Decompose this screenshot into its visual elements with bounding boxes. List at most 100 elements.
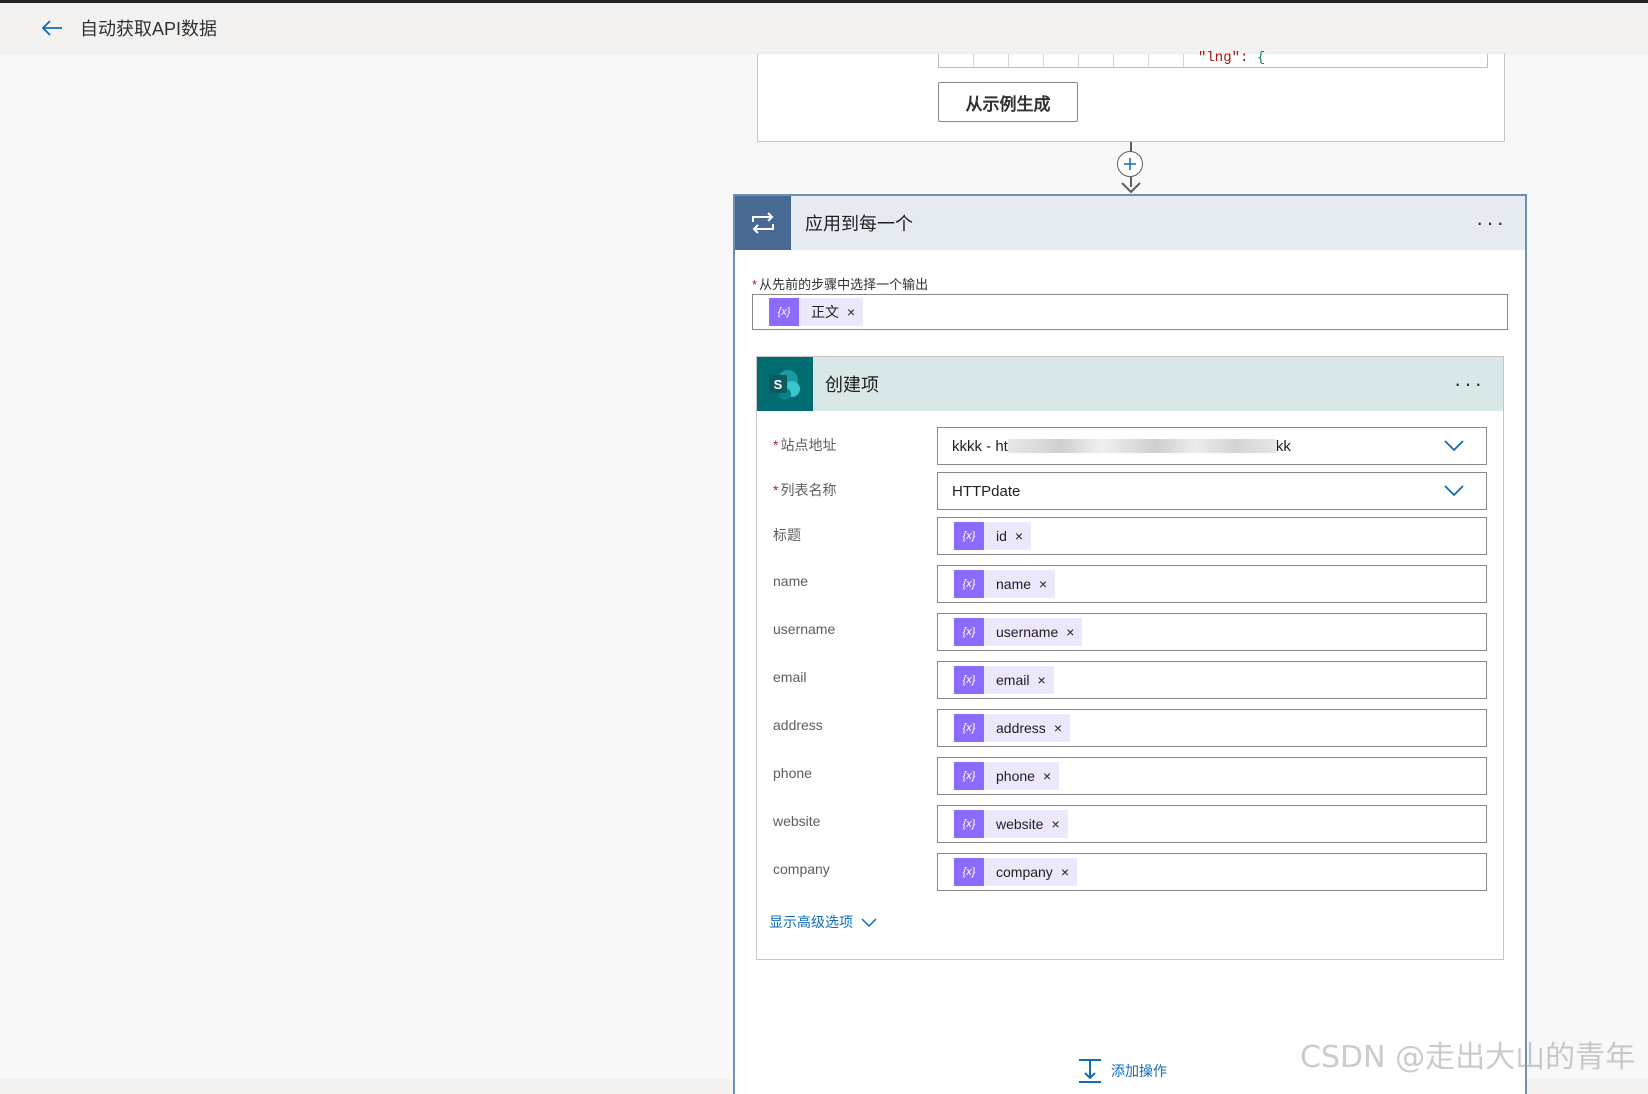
page-title: 自动获取API数据 [80, 19, 218, 39]
remove-token-icon[interactable]: × [1015, 528, 1023, 544]
blurred-url [1007, 439, 1276, 453]
field-row: company {x} company × [757, 853, 1505, 891]
token-label: address [996, 720, 1046, 736]
list-name-label-text: 列表名称 [780, 482, 837, 498]
remove-token-icon[interactable]: × [1061, 864, 1069, 880]
site-address-prefix: kkkk - ht [952, 437, 1008, 455]
expression-icon: {x} [769, 298, 799, 326]
site-address-row: * 站点地址 kkkk - ht kk [757, 427, 1505, 465]
chevron-down-icon [861, 918, 877, 927]
apply-to-each-title: 应用到每一个 [805, 214, 913, 234]
site-address-label: * 站点地址 [773, 435, 836, 455]
create-item-card: S 创建项 ··· * 站点地址 kkkk - ht kk * 列表名称 HTT… [756, 356, 1504, 960]
chevron-down-icon[interactable] [1444, 438, 1464, 452]
remove-token-icon[interactable]: × [1054, 720, 1062, 736]
field-input[interactable]: {x} email × [937, 661, 1487, 699]
field-row: 标题 {x} id × [757, 517, 1505, 555]
token-label: company [996, 864, 1053, 880]
remove-token-icon[interactable]: × [1043, 768, 1051, 784]
dynamic-token: {x} username × [954, 618, 1083, 646]
field-row: website {x} website × [757, 805, 1505, 843]
previous-action-card: "lng": { 从示例生成 [757, 50, 1505, 142]
field-input[interactable]: {x} phone × [937, 757, 1487, 795]
list-name-dropdown[interactable]: HTTPdate [937, 472, 1487, 510]
field-input[interactable]: {x} id × [937, 517, 1487, 555]
json-code-line: "lng": { [1198, 50, 1265, 66]
site-address-dropdown[interactable]: kkkk - ht kk [937, 427, 1487, 465]
token-label: website [996, 816, 1044, 832]
expression-icon: {x} [954, 810, 984, 838]
dynamic-token: {x} email × [954, 666, 1054, 694]
json-brace: { [1256, 50, 1266, 66]
insert-step-plus-icon[interactable] [1117, 151, 1143, 177]
dynamic-token: {x} website × [954, 810, 1068, 838]
show-advanced-options-link[interactable]: 显示高级选项 [769, 912, 877, 932]
apply-to-each-card: 应用到每一个 ··· * 从先前的步骤中选择一个输出 {x} 正文 × S 创建… [733, 194, 1527, 1094]
required-marker: * [773, 437, 779, 453]
list-name-label: * 列表名称 [773, 480, 836, 500]
token-label: name [996, 576, 1032, 592]
top-bar: 自动获取API数据 [0, 3, 1648, 54]
required-marker: * [752, 277, 758, 292]
dynamic-token: {x} name × [954, 570, 1056, 598]
site-address-suffix: kk [1275, 437, 1291, 455]
field-row: address {x} address × [757, 709, 1505, 747]
add-action-icon [1079, 1059, 1101, 1083]
add-action-label: 添加操作 [1111, 1063, 1167, 1079]
apply-to-each-header[interactable]: 应用到每一个 ··· [735, 196, 1525, 250]
remove-token-icon[interactable]: × [1037, 672, 1045, 688]
chevron-down-icon[interactable] [1444, 483, 1464, 497]
token-label: 正文 [811, 304, 839, 320]
remove-token-icon[interactable]: × [847, 304, 855, 320]
field-input[interactable]: {x} username × [937, 613, 1487, 651]
field-input[interactable]: {x} company × [937, 853, 1487, 891]
dynamic-token: {x} 正文 × [769, 298, 864, 326]
add-action-button[interactable]: 添加操作 [1077, 1058, 1167, 1084]
loop-icon [735, 196, 791, 250]
flow-canvas: "lng": { 从示例生成 应用到每一个 ··· * 从先前的步骤中选择一个输出 [0, 50, 1648, 1094]
select-output-input[interactable]: {x} 正文 × [752, 294, 1508, 330]
expression-icon: {x} [954, 570, 984, 598]
watermark: CSDN @走出大山的青年 [1300, 1040, 1636, 1075]
expression-icon: {x} [954, 858, 984, 886]
dynamic-token: {x} address × [954, 714, 1070, 742]
field-label: 标题 [773, 527, 801, 543]
field-label: name [773, 573, 809, 589]
site-address-label-text: 站点地址 [780, 437, 837, 453]
list-name-value: HTTPdate [952, 482, 1021, 500]
field-label: username [773, 621, 836, 637]
expression-icon: {x} [954, 618, 984, 646]
token-label: email [996, 672, 1030, 688]
remove-token-icon[interactable]: × [1039, 576, 1047, 592]
remove-token-icon[interactable]: × [1051, 816, 1059, 832]
more-options-icon[interactable]: ··· [1476, 212, 1507, 234]
token-label: id [996, 528, 1007, 544]
token-label: phone [996, 768, 1035, 784]
field-label: address [773, 717, 823, 733]
sharepoint-icon: S [757, 357, 813, 411]
json-key: "lng" [1198, 50, 1241, 66]
expression-icon: {x} [954, 714, 984, 742]
expression-icon: {x} [954, 762, 984, 790]
json-separator: : [1240, 50, 1257, 66]
svg-text:S: S [774, 377, 783, 392]
required-marker: * [773, 482, 779, 498]
field-input[interactable]: {x} address × [937, 709, 1487, 747]
create-item-title: 创建项 [825, 375, 879, 395]
output-field-label: * 从先前的步骤中选择一个输出 [752, 274, 928, 293]
remove-token-icon[interactable]: × [1066, 624, 1074, 640]
field-row: phone {x} phone × [757, 757, 1505, 795]
site-address-value: kkkk - ht kk [952, 438, 1291, 455]
field-row: name {x} name × [757, 565, 1505, 603]
field-label: email [773, 669, 807, 685]
field-input[interactable]: {x} name × [937, 565, 1487, 603]
output-label-text: 从先前的步骤中选择一个输出 [759, 277, 929, 292]
advanced-options-label: 显示高级选项 [769, 914, 853, 930]
back-arrow-icon[interactable] [38, 14, 66, 42]
dynamic-token: {x} phone × [954, 762, 1060, 790]
expression-icon: {x} [954, 522, 984, 550]
field-input[interactable]: {x} website × [937, 805, 1487, 843]
create-item-header[interactable]: S 创建项 ··· [757, 357, 1503, 411]
more-options-icon[interactable]: ··· [1454, 373, 1485, 395]
generate-from-sample-button[interactable]: 从示例生成 [938, 82, 1078, 122]
